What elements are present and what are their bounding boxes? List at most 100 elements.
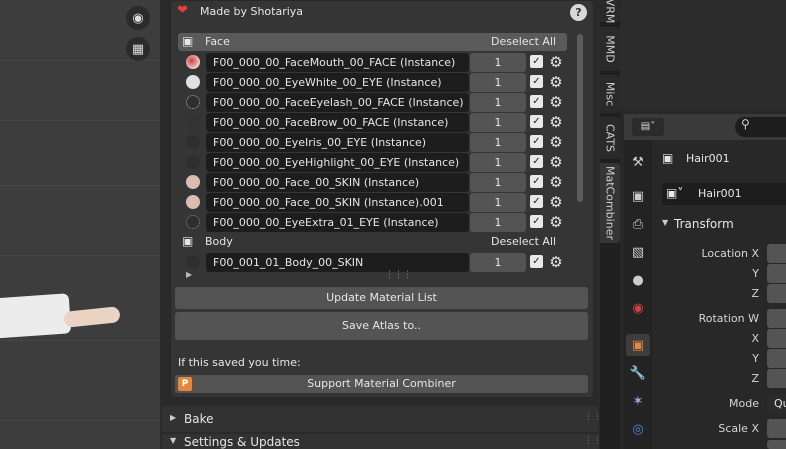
- scale-y-field[interactable]: [767, 440, 786, 449]
- material-name-field[interactable]: F00_000_00_EyeHighlight_00_EYE (Instance…: [206, 153, 469, 172]
- material-layer-field[interactable]: 1: [470, 53, 526, 72]
- gear-icon[interactable]: ⚙: [547, 93, 565, 112]
- physics-icon[interactable]: ◎: [626, 418, 650, 440]
- tool-icon[interactable]: ⚒: [626, 151, 650, 173]
- material-row: F00_000_00_EyeWhite_00_EYE (Instance) 1 …: [186, 73, 566, 92]
- material-checkbox[interactable]: ✓: [530, 115, 543, 128]
- tab-matcombiner[interactable]: MatCombiner: [600, 163, 620, 243]
- material-name-field[interactable]: F00_000_00_FaceMouth_00_FACE (Instance): [206, 53, 469, 72]
- gear-icon[interactable]: ⚙: [547, 193, 565, 212]
- tab-misc[interactable]: Misc: [600, 75, 620, 113]
- rotation-w-field[interactable]: [767, 309, 786, 328]
- group-face-header[interactable]: ▣ Face Deselect All: [178, 33, 567, 51]
- material-layer-field[interactable]: 1: [470, 213, 526, 232]
- update-material-list-button[interactable]: Update Material List: [175, 287, 588, 309]
- scene-icon[interactable]: ●: [626, 269, 650, 291]
- rotation-y-field[interactable]: [767, 349, 786, 368]
- data-name-field[interactable]: ▣˅ Hair001: [662, 183, 786, 205]
- material-checkbox[interactable]: ✓: [530, 175, 543, 188]
- material-name-field[interactable]: F00_001_01_Body_00_SKIN: [206, 253, 469, 272]
- rotation-z-field[interactable]: [767, 369, 786, 388]
- settings-label: Settings & Updates: [184, 435, 300, 449]
- material-checkbox[interactable]: ✓: [530, 215, 543, 228]
- gear-icon[interactable]: ⚙: [547, 173, 565, 192]
- scale-x-field[interactable]: [767, 419, 786, 438]
- material-layer-field[interactable]: 1: [470, 193, 526, 212]
- deselect-all-button[interactable]: Deselect All: [491, 35, 556, 48]
- material-layer-field[interactable]: 1: [470, 153, 526, 172]
- expand-arrow-icon[interactable]: ▼: [662, 218, 668, 227]
- ortho-grid-icon[interactable]: ▦: [126, 37, 150, 61]
- material-name-field[interactable]: F00_000_00_Face_00_SKIN (Instance).001: [206, 193, 469, 212]
- material-checkbox[interactable]: ✓: [530, 255, 543, 268]
- rotation-z-label: Z: [751, 372, 759, 385]
- gear-icon[interactable]: ⚙: [547, 53, 565, 72]
- help-button[interactable]: ?: [570, 4, 587, 21]
- bake-panel-header[interactable]: ▶ Bake ⋮⋮: [162, 406, 602, 432]
- transform-header[interactable]: Transform: [674, 217, 734, 231]
- object-name: Hair001: [686, 152, 730, 165]
- location-z-field[interactable]: [767, 284, 786, 303]
- output-icon[interactable]: ⎙: [626, 213, 650, 235]
- gear-icon[interactable]: ⚙: [547, 213, 565, 232]
- list-scrollbar[interactable]: [577, 34, 583, 202]
- mode-dropdown[interactable]: Qu: [767, 394, 786, 413]
- render-icon[interactable]: ▣: [626, 185, 650, 207]
- material-layer-field[interactable]: 1: [470, 73, 526, 92]
- gear-icon[interactable]: ⚙: [547, 73, 565, 92]
- material-layer-field[interactable]: 1: [470, 253, 526, 272]
- tab-mmd[interactable]: MMD: [600, 27, 620, 71]
- expand-arrow-icon[interactable]: ▶: [186, 270, 192, 279]
- material-layer-field[interactable]: 1: [470, 113, 526, 132]
- material-thumbnail: [186, 115, 200, 129]
- tab-cats[interactable]: CATS: [600, 117, 620, 159]
- data-name-value: Hair001: [698, 187, 742, 200]
- save-atlas-button[interactable]: Save Atlas to..: [175, 312, 588, 340]
- camera-view-icon[interactable]: ◉: [126, 6, 150, 30]
- material-layer-field[interactable]: 1: [470, 133, 526, 152]
- material-thumbnail: [186, 215, 200, 229]
- material-name-field[interactable]: F00_000_00_EyeWhite_00_EYE (Instance): [206, 73, 469, 92]
- material-layer-field[interactable]: 1: [470, 173, 526, 192]
- material-checkbox[interactable]: ✓: [530, 195, 543, 208]
- object-icon[interactable]: ▣: [626, 334, 650, 356]
- material-layer-field[interactable]: 1: [470, 93, 526, 112]
- material-name-field[interactable]: F00_000_00_FaceEyelash_00_FACE (Instance…: [206, 93, 469, 112]
- editor-type-dropdown[interactable]: ▤˅: [632, 118, 664, 136]
- rotation-x-field[interactable]: [767, 329, 786, 348]
- support-button[interactable]: P Support Material Combiner: [175, 375, 588, 393]
- cube-icon: ▣: [182, 34, 194, 48]
- deselect-all-button[interactable]: Deselect All: [491, 235, 556, 248]
- particles-icon[interactable]: ✶: [626, 390, 650, 412]
- material-name-field[interactable]: F00_000_00_FaceBrow_00_FACE (Instance): [206, 113, 469, 132]
- location-y-field[interactable]: [767, 264, 786, 283]
- gear-icon[interactable]: ⚙: [547, 133, 565, 152]
- character-arm: [0, 293, 72, 339]
- modifier-icon[interactable]: 🔧: [626, 362, 650, 384]
- rotation-y-label: Y: [752, 352, 759, 365]
- group-name: Body: [205, 235, 233, 248]
- material-name-field[interactable]: F00_000_00_Face_00_SKIN (Instance): [206, 173, 469, 192]
- material-checkbox[interactable]: ✓: [530, 135, 543, 148]
- material-checkbox[interactable]: ✓: [530, 155, 543, 168]
- resize-grip-icon[interactable]: ⋮⋮⋮: [385, 270, 412, 280]
- material-row: F00_000_00_EyeIris_00_EYE (Instance) 1 ✓…: [186, 133, 566, 152]
- gear-icon[interactable]: ⚙: [547, 253, 565, 272]
- view-layer-icon[interactable]: ▧: [626, 241, 650, 263]
- world-icon[interactable]: ◉: [626, 297, 650, 319]
- settings-panel-header[interactable]: ▼ Settings & Updates ⋮⋮: [162, 434, 602, 449]
- material-checkbox[interactable]: ✓: [530, 75, 543, 88]
- material-checkbox[interactable]: ✓: [530, 55, 543, 68]
- material-checkbox[interactable]: ✓: [530, 95, 543, 108]
- 3d-viewport[interactable]: ◉ ▦: [0, 0, 160, 449]
- group-body-header[interactable]: ▣ Body Deselect All: [178, 233, 567, 251]
- material-name-field[interactable]: F00_000_00_EyeExtra_01_EYE (Instance): [206, 213, 469, 232]
- material-name-field[interactable]: F00_000_00_EyeIris_00_EYE (Instance): [206, 133, 469, 152]
- gear-icon[interactable]: ⚙: [547, 153, 565, 172]
- gear-icon[interactable]: ⚙: [547, 113, 565, 132]
- location-x-field[interactable]: [767, 244, 786, 263]
- character-hand: [63, 306, 121, 328]
- search-field[interactable]: ⚲: [735, 117, 786, 137]
- material-thumbnail: [186, 255, 200, 269]
- tab-vrm[interactable]: VRM: [600, 0, 620, 23]
